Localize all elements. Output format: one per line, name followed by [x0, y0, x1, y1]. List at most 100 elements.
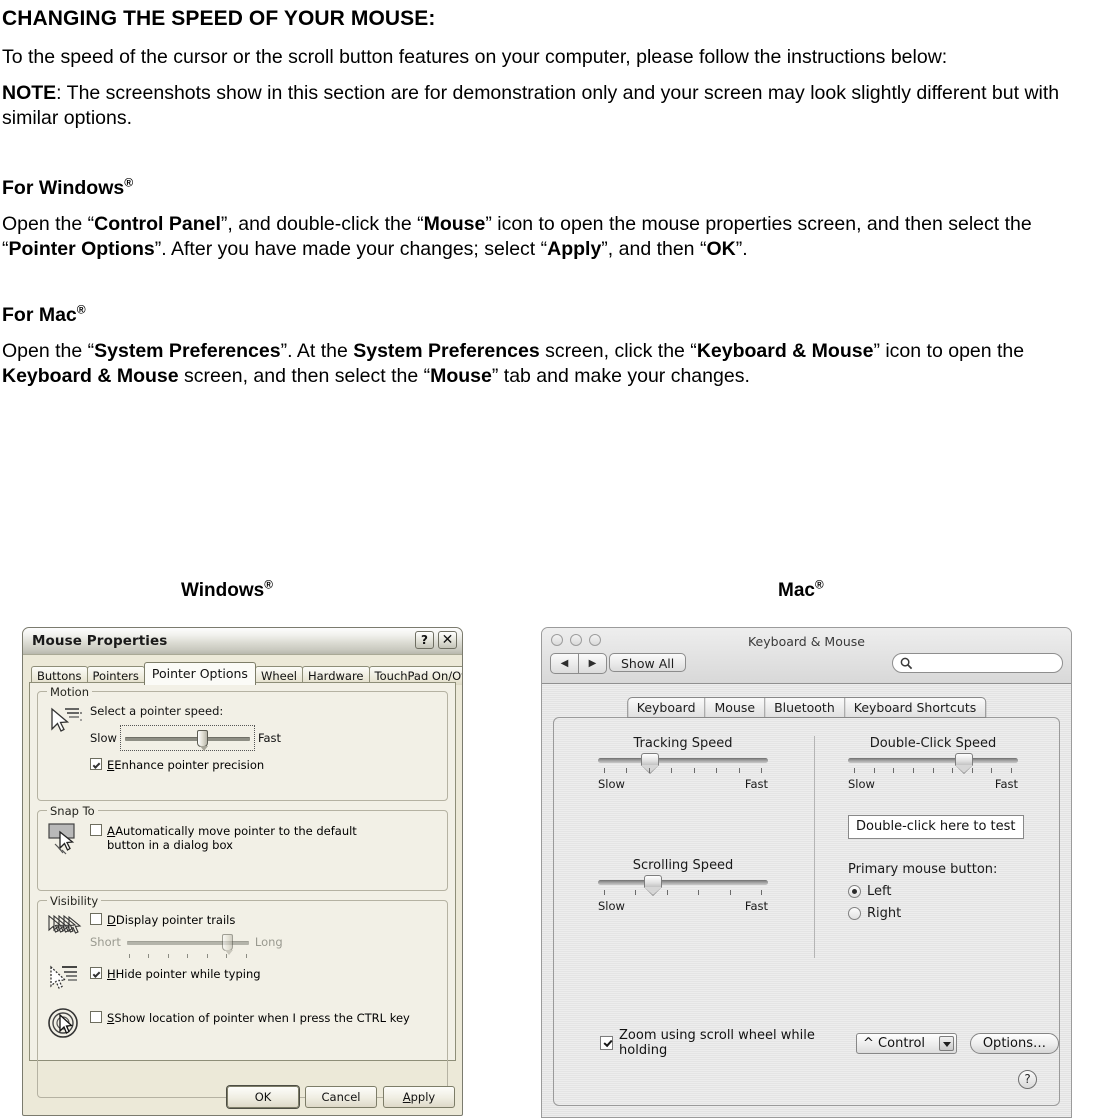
tracking-speed-slider[interactable]: Slow Fast	[598, 753, 768, 791]
slider-knob[interactable]	[643, 875, 662, 896]
snap-to-icon	[46, 822, 86, 856]
ok-button[interactable]: OK	[227, 1086, 299, 1108]
motion-legend: Motion	[47, 685, 92, 699]
show-location-row[interactable]: SShow location of pointer when I press t…	[90, 1011, 439, 1025]
slider-knob[interactable]	[197, 730, 209, 751]
pointer-speed-focus-ring	[119, 725, 255, 751]
slider-fast-label: Fast	[744, 777, 768, 791]
enhance-precision-checkbox[interactable]	[90, 758, 102, 770]
radio-left-label: Left	[867, 884, 892, 899]
slider-slow-label: Slow	[90, 731, 117, 745]
navigation-buttons[interactable]: ◀ ▶	[550, 653, 607, 674]
system-preferences-term-2: System Preferences	[353, 340, 540, 362]
windows-tab-strip: Buttons Pointers Pointer Options Wheel Hardw…	[31, 662, 462, 685]
caption-mac: Mac®	[778, 578, 824, 601]
enhance-precision-label: EEnhance pointer precision	[107, 758, 265, 772]
show-location-checkbox[interactable]	[90, 1011, 102, 1023]
cancel-button[interactable]: Cancel	[305, 1086, 377, 1108]
slider-rail	[598, 758, 768, 763]
chevron-down-icon[interactable]	[938, 1035, 954, 1051]
double-click-test-field[interactable]: Double-click here to test	[848, 815, 1024, 839]
help-button[interactable]: ?	[1018, 1070, 1037, 1089]
slider-ticks	[128, 954, 247, 959]
slider-knob[interactable]	[640, 753, 659, 774]
scrolling-speed-slider[interactable]: Slow Fast	[598, 875, 768, 913]
hide-pointer-checkbox[interactable]	[90, 967, 102, 979]
search-input[interactable]	[892, 653, 1063, 673]
slider-slow-label: Slow	[598, 777, 625, 791]
pointer-speed-slider-row: Slow Fast	[90, 725, 439, 751]
tab-keyboard-shortcuts[interactable]: Keyboard Shortcuts	[845, 698, 986, 717]
help-button[interactable]: ?	[415, 631, 434, 649]
display-trails-row[interactable]: DDisplay pointer trails	[90, 913, 439, 927]
slider-slow-label: Slow	[598, 899, 625, 913]
windows-heading-text: For Windows	[2, 177, 125, 199]
apply-term: Apply	[547, 238, 602, 260]
tab-keyboard[interactable]: Keyboard	[628, 698, 706, 717]
mac-mouse-panel: Tracking Speed Slow Fast Scrolling Speed…	[553, 717, 1060, 1106]
ok-term: OK	[706, 238, 736, 260]
mac-tab-bar: Keyboard Mouse Bluetooth Keyboard Shortc…	[626, 697, 987, 718]
slider-knob[interactable]	[222, 934, 234, 955]
zoom-scroll-label: Zoom using scroll wheel while holding	[619, 1028, 815, 1058]
slider-end-labels: Slow Fast	[598, 777, 768, 791]
mouse-term: Mouse	[423, 213, 486, 235]
double-click-speed-slider[interactable]: Slow Fast	[848, 753, 1018, 791]
windows-dialog-title: Mouse Properties	[32, 633, 168, 649]
pointer-speed-label: Select a pointer speed:	[90, 704, 224, 718]
modifier-key-select[interactable]: ^ Control	[856, 1032, 957, 1054]
back-icon[interactable]: ◀	[551, 654, 579, 673]
control-panel-term: Control Panel	[94, 213, 221, 235]
radio-right[interactable]	[848, 907, 861, 920]
slider-rail	[848, 758, 1018, 763]
forward-icon[interactable]: ▶	[579, 654, 606, 673]
slider-slow-label: Slow	[848, 777, 875, 791]
panel-divider	[814, 736, 815, 958]
show-all-button[interactable]: Show All	[609, 653, 687, 672]
primary-mouse-button-label: Primary mouse button:	[848, 862, 998, 877]
primary-button-left-option[interactable]: Left	[848, 884, 891, 899]
trails-short-label: Short	[90, 935, 121, 949]
slider-knob[interactable]	[955, 753, 974, 774]
pointer-speed-slider[interactable]	[124, 728, 250, 751]
enhance-precision-row[interactable]: EEnhance pointer precision	[90, 758, 439, 772]
radio-left[interactable]	[848, 885, 861, 898]
close-icon[interactable]: ✕	[438, 631, 457, 649]
pointer-options-panel: Motion Select a pointer speed: Slow Fast…	[29, 682, 456, 1098]
registered-mark-icon: ®	[814, 578, 824, 592]
mac-window-title: Keyboard & Mouse	[747, 634, 865, 649]
zoom-scroll-checkbox[interactable]	[600, 1036, 614, 1050]
caption-windows: Windows®	[181, 578, 273, 601]
snap-to-checkbox[interactable]	[90, 824, 102, 836]
double-click-speed-title: Double-Click Speed	[869, 736, 997, 751]
tab-bluetooth[interactable]: Bluetooth	[765, 698, 845, 717]
slider-end-labels: Slow Fast	[848, 777, 1018, 791]
scrolling-speed-block: Scrolling Speed Slow Fast	[598, 858, 768, 913]
hide-pointer-icon	[46, 962, 86, 996]
figure-captions: Windows® Mac®	[0, 578, 1095, 610]
primary-button-right-option[interactable]: Right	[848, 906, 901, 921]
visibility-group: Visibility DDisplay pointer trails Short…	[37, 894, 448, 1098]
trails-length-slider[interactable]	[126, 932, 249, 958]
snap-to-legend: Snap To	[47, 804, 98, 818]
trails-length-slider-row: Short Long	[90, 932, 439, 958]
windows-dialog-body: Buttons Pointers Pointer Options Wheel Hardw…	[23, 655, 462, 1098]
hide-pointer-row[interactable]: HHide pointer while typing	[90, 967, 439, 981]
mac-instructions: Open the “System Preferences”. At the Sy…	[2, 340, 1025, 387]
zoom-options-button[interactable]: Options…	[969, 1032, 1059, 1054]
search-icon	[900, 657, 913, 670]
keyboard-mouse-term: Keyboard & Mouse	[696, 340, 874, 362]
snap-to-row[interactable]: AAutomatically move pointer to the defau…	[90, 824, 439, 852]
double-click-speed-block: Double-Click Speed Slow Fast	[848, 736, 1018, 791]
slider-end-labels: Slow Fast	[598, 899, 768, 913]
tab-pointer-options[interactable]: Pointer Options	[143, 662, 256, 685]
pointer-speed-icon	[46, 703, 86, 737]
tracking-speed-block: Tracking Speed Slow Fast	[598, 736, 768, 791]
slider-rail	[598, 880, 768, 885]
tab-mouse[interactable]: Mouse	[706, 698, 766, 717]
apply-button[interactable]: AApplypply	[383, 1086, 455, 1108]
motion-group: Motion Select a pointer speed: Slow Fast…	[37, 685, 448, 801]
windows-instructions: Open the “Control Panel”, and double-cli…	[2, 213, 1032, 260]
snap-to-label: AAutomatically move pointer to the defau…	[107, 824, 357, 852]
display-trails-checkbox[interactable]	[90, 913, 102, 925]
